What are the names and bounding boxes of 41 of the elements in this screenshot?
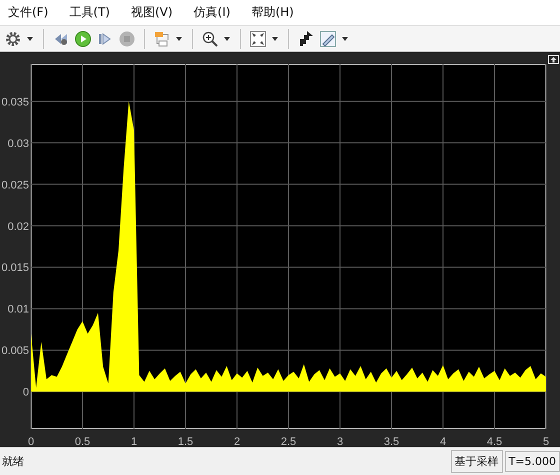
y-tick-label: 0.035 xyxy=(1,96,29,108)
x-tick-label: 3 xyxy=(336,436,344,447)
menu-item[interactable]: 帮助(H) xyxy=(249,2,296,23)
menu-item[interactable]: 工具(T) xyxy=(67,2,112,23)
y-tick-label: 0 xyxy=(22,386,29,399)
y-tick-label: 0.025 xyxy=(1,179,29,192)
x-tick-label: 2 xyxy=(234,436,240,447)
status-pane: 基于采样 xyxy=(450,450,503,473)
play-icon xyxy=(74,30,92,48)
menu-item[interactable]: 文件(F) xyxy=(6,2,50,23)
x-tick-label: 3.5 xyxy=(384,436,400,447)
signal-blocks-icon xyxy=(153,30,171,48)
zoom-icon xyxy=(201,30,219,48)
y-tick-label: 0.03 xyxy=(8,138,29,150)
y-tick-label: 0.02 xyxy=(8,220,29,233)
caret-icon[interactable] xyxy=(175,36,183,42)
y-tick-label: 0.01 xyxy=(8,304,29,316)
caret-icon[interactable] xyxy=(341,36,349,42)
caret-icon[interactable] xyxy=(26,36,34,42)
undock-icon[interactable] xyxy=(548,55,559,64)
x-tick-label: 1 xyxy=(130,436,138,447)
y-tick-label: 0.015 xyxy=(1,262,29,274)
caret-icon[interactable] xyxy=(271,36,279,42)
x-tick-label: 5 xyxy=(542,436,550,447)
x-tick-label: 0.5 xyxy=(74,436,90,447)
x-tick-label: 2.5 xyxy=(280,436,296,447)
x-tick-label: 4 xyxy=(440,436,446,447)
y-tick-label: 0.005 xyxy=(1,345,29,358)
menu-item[interactable]: 视图(V) xyxy=(128,2,175,23)
menu-item[interactable]: 仿真(I) xyxy=(192,2,232,23)
x-tick-label: 0 xyxy=(28,436,34,447)
caret-icon[interactable] xyxy=(223,36,231,42)
stair-arrow-icon xyxy=(297,30,315,48)
status-text: 就绪 xyxy=(1,454,24,469)
gear-icon xyxy=(4,30,22,48)
stop-icon xyxy=(118,30,136,48)
status-pane: T=5.000 xyxy=(504,451,560,472)
x-tick-label: 1.5 xyxy=(178,436,194,447)
ruler-pencil-icon xyxy=(319,30,337,48)
fit-to-view-icon xyxy=(249,30,267,48)
x-tick-label: 4.5 xyxy=(486,436,502,447)
